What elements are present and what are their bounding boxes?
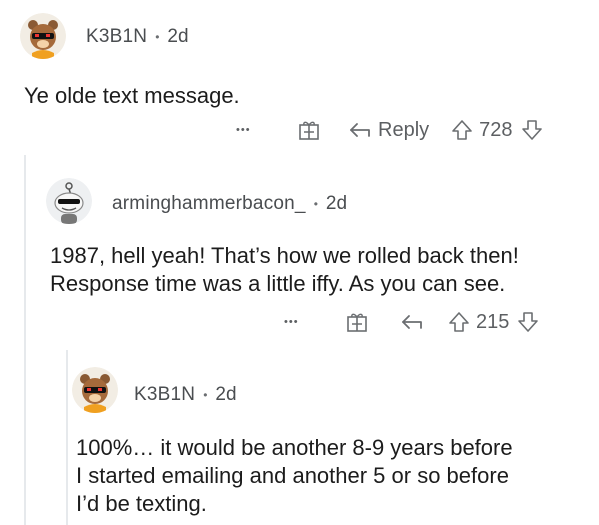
comment-meta: K3B1N • 2d xyxy=(86,26,189,48)
comment-text: 1987, hell yeah! That’s how we rolled ba… xyxy=(50,242,519,298)
comment-text-line: I’d be texting. xyxy=(76,491,207,516)
comment-actions: ••• 215 xyxy=(284,308,539,336)
comment-text-line: 1987, hell yeah! That’s how we rolled ba… xyxy=(50,243,519,268)
more-options-icon: ••• xyxy=(236,124,251,136)
reply-arrow-icon xyxy=(350,123,370,137)
reply-label: Reply xyxy=(378,118,430,141)
reply-arrow-icon xyxy=(402,315,422,329)
comment-text: Ye olde text message. xyxy=(24,83,240,108)
award-gift-icon xyxy=(299,121,319,140)
more-options-button[interactable]: ••• xyxy=(236,124,270,136)
comment-text: 100%… it would be another 8-9 years befo… xyxy=(76,434,513,518)
comment-actions: ••• Reply 728 xyxy=(236,116,543,144)
bear-avatar-icon xyxy=(20,13,66,59)
username[interactable]: arminghammerbacon_ xyxy=(112,193,306,215)
reply-button[interactable] xyxy=(400,312,424,332)
award-button[interactable] xyxy=(346,311,368,333)
timestamp: 2d xyxy=(215,384,237,405)
username[interactable]: K3B1N xyxy=(134,384,195,406)
thread-line-nested[interactable] xyxy=(66,350,68,525)
username[interactable]: K3B1N xyxy=(86,26,147,48)
snoo-avatar-icon xyxy=(46,178,92,224)
more-options-button[interactable]: ••• xyxy=(284,316,318,328)
award-button[interactable] xyxy=(298,119,320,141)
avatar[interactable] xyxy=(72,367,118,413)
avatar[interactable] xyxy=(20,13,66,59)
upvote-arrow-icon[interactable] xyxy=(448,311,470,333)
vote-controls: 728 xyxy=(451,119,542,142)
downvote-arrow-icon[interactable] xyxy=(521,119,543,141)
comment-text-line: Response time was a little iffy. As you … xyxy=(50,271,506,296)
timestamp: 2d xyxy=(167,26,189,47)
bear-avatar-icon xyxy=(72,367,118,413)
vote-count: 728 xyxy=(479,118,513,141)
comment-text-line: I started emailing and another 5 or so b… xyxy=(76,463,509,488)
more-options-icon: ••• xyxy=(284,316,299,328)
reply-button[interactable]: Reply xyxy=(348,119,429,142)
vote-count: 215 xyxy=(476,310,510,333)
downvote-arrow-icon[interactable] xyxy=(517,311,539,333)
comment-meta: arminghammerbacon_ • 2d xyxy=(112,193,347,215)
separator: • xyxy=(313,197,318,211)
vote-controls: 215 xyxy=(448,311,539,334)
award-gift-icon xyxy=(347,313,367,332)
separator: • xyxy=(203,388,208,402)
thread-line-root[interactable] xyxy=(24,155,26,525)
comment-text-line: 100%… it would be another 8-9 years befo… xyxy=(76,435,513,460)
upvote-arrow-icon[interactable] xyxy=(451,119,473,141)
comment-meta: K3B1N • 2d xyxy=(134,384,237,406)
avatar[interactable] xyxy=(46,178,92,224)
timestamp: 2d xyxy=(325,193,348,214)
separator: • xyxy=(155,30,160,44)
